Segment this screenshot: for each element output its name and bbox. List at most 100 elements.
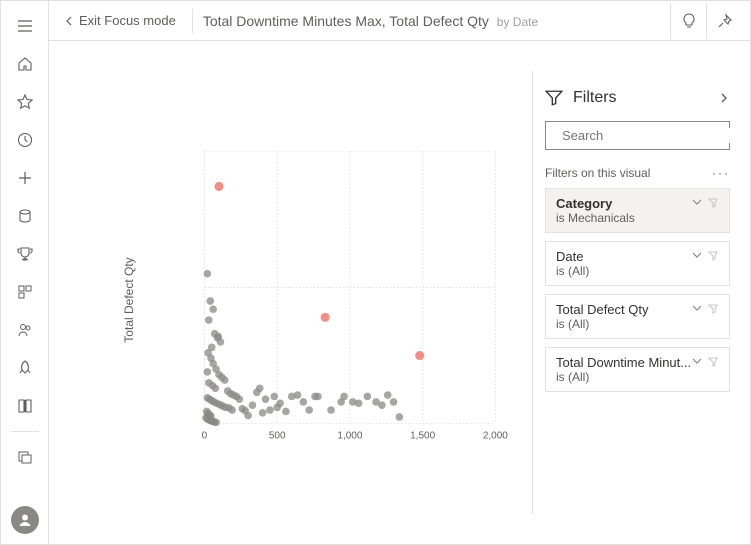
chevron-down-icon[interactable] [691, 355, 703, 367]
data-point[interactable] [206, 297, 214, 305]
data-point[interactable] [236, 395, 244, 403]
filter-field-name: Total Downtime Minut... [556, 355, 691, 370]
data-point[interactable] [212, 384, 220, 392]
rail-separator [11, 431, 39, 432]
data-point[interactable] [249, 401, 257, 409]
chevron-right-icon[interactable] [718, 92, 730, 104]
filter-field-value: is Mechanicals [556, 211, 691, 225]
filter-icon [545, 89, 563, 107]
title-suffix: by Date [497, 15, 538, 29]
data-point[interactable] [204, 270, 212, 278]
book-icon[interactable] [5, 387, 45, 425]
filter-search-box[interactable] [545, 121, 730, 150]
chevron-left-icon [63, 15, 75, 27]
scatter-plot[interactable]: 0 500 1,000 1,500 2,000 0.0M 0.5M 1.0M [199, 151, 519, 451]
more-options-icon[interactable]: ··· [712, 166, 730, 180]
header-bar: Exit Focus mode Total Downtime Minutes M… [49, 1, 750, 41]
home-icon[interactable] [5, 45, 45, 83]
filter-field-value: is (All) [556, 264, 691, 278]
data-point[interactable] [205, 316, 213, 324]
data-point[interactable] [300, 398, 308, 406]
left-rail [1, 1, 49, 544]
rocket-icon[interactable] [5, 349, 45, 387]
data-points [202, 182, 424, 426]
x-axis-ticks: 0 500 1,000 1,500 2,000 [202, 430, 509, 441]
data-point[interactable] [355, 399, 363, 407]
y-axis-label: Total Defect Qty [122, 257, 136, 342]
data-point[interactable] [262, 395, 270, 403]
data-point[interactable] [259, 409, 267, 417]
filter-search-input[interactable] [562, 128, 738, 143]
clear-filter-icon[interactable] [707, 355, 719, 367]
data-point[interactable] [415, 351, 424, 360]
avatar[interactable] [11, 506, 39, 534]
data-point[interactable] [282, 408, 290, 416]
data-point[interactable] [396, 413, 404, 421]
data-point[interactable] [270, 393, 278, 401]
data-point[interactable] [214, 182, 223, 191]
chevron-down-icon[interactable] [691, 302, 703, 314]
filter-field-value: is (All) [556, 317, 691, 331]
clear-filter-icon[interactable] [707, 302, 719, 314]
data-point[interactable] [221, 376, 229, 384]
data-point[interactable] [390, 398, 398, 406]
data-point[interactable] [214, 333, 222, 341]
data-point[interactable] [327, 406, 335, 414]
app-root: Exit Focus mode Total Downtime Minutes M… [1, 1, 750, 544]
data-point[interactable] [378, 401, 386, 409]
data-point[interactable] [294, 391, 302, 399]
exit-focus-label: Exit Focus mode [79, 13, 176, 28]
clock-icon[interactable] [5, 121, 45, 159]
data-point[interactable] [212, 419, 220, 427]
plus-icon[interactable] [5, 159, 45, 197]
header-separator [192, 9, 193, 33]
data-point[interactable] [364, 393, 372, 401]
exit-focus-mode-button[interactable]: Exit Focus mode [57, 9, 182, 32]
data-point[interactable] [244, 412, 252, 420]
star-icon[interactable] [5, 83, 45, 121]
chart-area: Total Defect Qty 0 [49, 41, 532, 544]
filters-title: Filters [573, 89, 617, 107]
filter-field-name: Category [556, 196, 691, 211]
workspace-icon[interactable] [5, 438, 45, 476]
clear-filter-icon[interactable] [707, 249, 719, 261]
filter-card[interactable]: Dateis (All) [545, 241, 730, 286]
filters-header: Filters [545, 89, 730, 107]
svg-text:2,000: 2,000 [483, 430, 508, 441]
data-icon[interactable] [5, 197, 45, 235]
svg-text:0: 0 [202, 430, 208, 441]
pin-icon[interactable] [706, 3, 742, 39]
data-point[interactable] [266, 406, 274, 414]
content-area: Total Defect Qty 0 [49, 41, 750, 544]
chevron-down-icon[interactable] [691, 249, 703, 261]
data-point[interactable] [204, 368, 212, 376]
data-point[interactable] [228, 406, 236, 414]
data-point[interactable] [209, 305, 217, 313]
apps-icon[interactable] [5, 273, 45, 311]
filters-panel: Filters Filters on this visual ··· Categ… [532, 71, 742, 514]
trophy-icon[interactable] [5, 235, 45, 273]
data-point[interactable] [340, 393, 348, 401]
data-point[interactable] [384, 391, 392, 399]
filter-card[interactable]: Total Downtime Minut...is (All) [545, 347, 730, 392]
chart-grid [204, 151, 495, 424]
clear-filter-icon[interactable] [707, 196, 719, 208]
filter-card[interactable]: Categoryis Mechanicals [545, 188, 730, 233]
chevron-down-icon[interactable] [691, 196, 703, 208]
data-point[interactable] [276, 399, 284, 407]
lightbulb-icon[interactable] [670, 3, 706, 39]
data-point[interactable] [314, 393, 322, 401]
people-icon[interactable] [5, 311, 45, 349]
main-area: Exit Focus mode Total Downtime Minutes M… [49, 1, 750, 544]
data-point[interactable] [256, 384, 264, 392]
title-main: Total Downtime Minutes Max, Total Defect… [203, 13, 489, 29]
filters-section-label: Filters on this visual ··· [545, 166, 730, 180]
svg-text:1,000: 1,000 [337, 430, 362, 441]
filter-card[interactable]: Total Defect Qtyis (All) [545, 294, 730, 339]
filter-field-name: Total Defect Qty [556, 302, 691, 317]
filter-field-name: Date [556, 249, 691, 264]
page-title: Total Downtime Minutes Max, Total Defect… [203, 13, 538, 29]
data-point[interactable] [321, 313, 330, 322]
data-point[interactable] [305, 406, 313, 414]
hamburger-icon[interactable] [5, 7, 45, 45]
